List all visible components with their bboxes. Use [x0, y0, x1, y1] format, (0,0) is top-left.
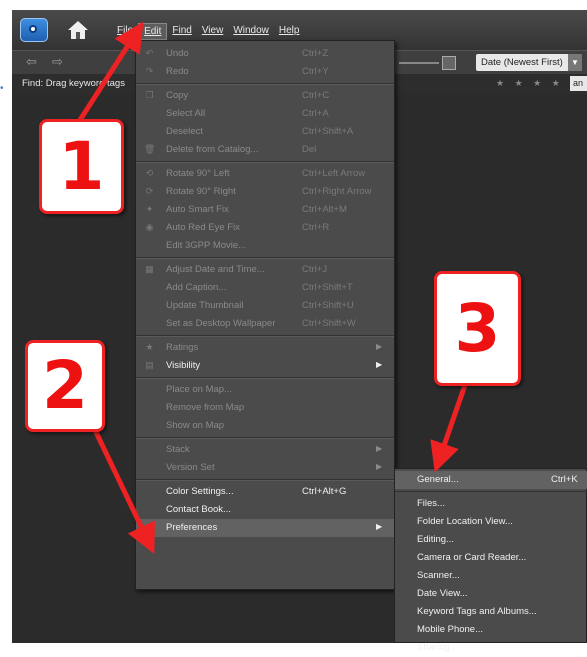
callout-step-1: 1 [39, 119, 124, 214]
arrow-3 [430, 384, 468, 473]
menu-item-label: Sharing... [417, 642, 458, 653]
callout-step-2: 2 [25, 340, 105, 432]
callout-step-3: 3 [434, 271, 521, 386]
arrow-2 [92, 428, 155, 555]
arrow-1 [77, 21, 144, 122]
